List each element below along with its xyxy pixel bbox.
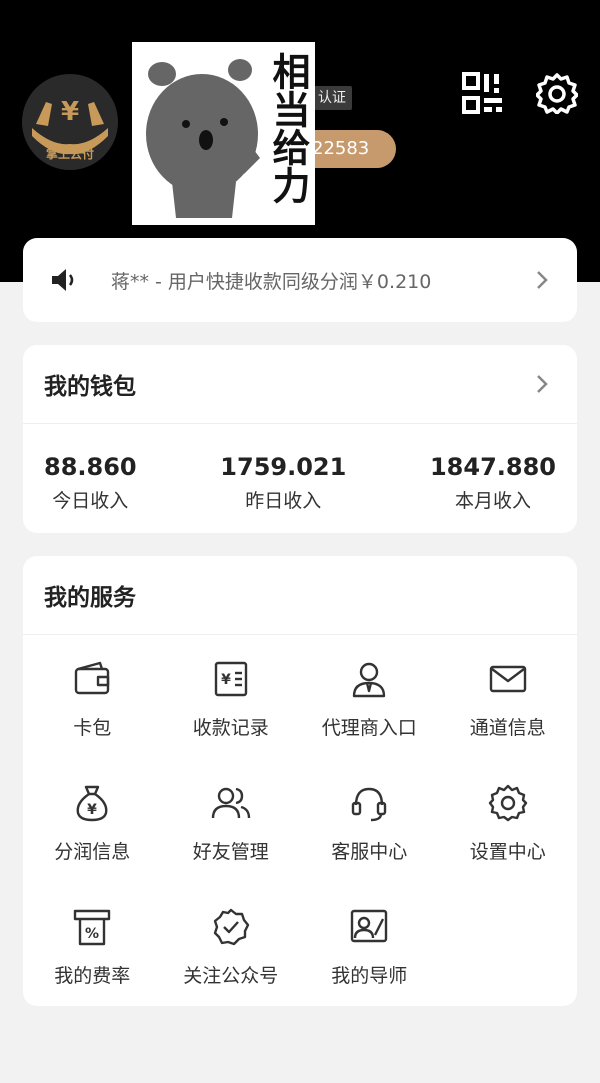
service-my-mentor[interactable]: 我的导师 — [300, 903, 439, 1027]
service-label: 我的导师 — [331, 965, 408, 987]
service-follow-official-account[interactable]: 关注公众号 — [162, 903, 301, 1027]
rate-icon: % — [74, 909, 111, 946]
speaker-icon — [52, 269, 74, 291]
stat-label: 本月收入 — [454, 490, 531, 512]
service-label: 客服中心 — [331, 841, 408, 863]
wallet-card: 我的钱包 88.860 今日收入 1759.021 昨日收入 1847.880 … — [23, 345, 577, 533]
money-bag-icon: ¥ — [76, 785, 108, 822]
stat-value: 1759.021 — [220, 453, 347, 481]
headset-icon — [352, 787, 387, 822]
notification-text: 蒋** - 用户快捷收款同级分润￥0.210 — [111, 270, 432, 293]
services-title: 我的服务 — [44, 585, 136, 611]
chevron-right-icon — [537, 271, 548, 289]
service-channel-info[interactable]: 通道信息 — [439, 655, 578, 779]
service-label: 设置中心 — [469, 841, 546, 863]
svg-text:¥: ¥ — [87, 802, 97, 818]
settings-gear-icon[interactable] — [536, 72, 578, 114]
stat-value: 88.860 — [44, 453, 137, 481]
services-grid: 卡包 ¥ 收款记录 代理商入口 通道信息 ¥ 分润信息 好友管理 客服中心 设置… — [23, 635, 577, 1027]
service-settings[interactable]: 设置中心 — [439, 779, 578, 903]
verification-badge: 认证 — [312, 86, 352, 110]
service-payment-records[interactable]: ¥ 收款记录 — [162, 655, 301, 779]
stat-value: 1847.880 — [429, 453, 556, 481]
service-customer-support[interactable]: 客服中心 — [300, 779, 439, 903]
service-label: 通道信息 — [469, 717, 546, 739]
gear-icon — [488, 784, 527, 822]
service-label: 我的费率 — [54, 965, 131, 987]
chevron-right-icon — [537, 375, 548, 393]
services-header: 我的服务 — [23, 556, 577, 635]
notification-bar[interactable]: 蒋** - 用户快捷收款同级分润￥0.210 — [23, 238, 577, 322]
avatar-brand-label: 掌上云付 — [45, 147, 94, 161]
yesterday-income-stat: 1759.021 昨日收入 — [220, 452, 346, 513]
service-label: 关注公众号 — [183, 965, 279, 987]
stat-label: 今日收入 — [52, 490, 129, 512]
agent-icon — [353, 662, 386, 698]
sticker-image: 相当给力 — [132, 42, 315, 225]
service-label: 代理商入口 — [321, 717, 417, 739]
svg-text:¥: ¥ — [221, 672, 231, 688]
service-friends[interactable]: 好友管理 — [162, 779, 301, 903]
qr-code-icon[interactable] — [462, 72, 504, 114]
today-income-stat: 88.860 今日收入 — [44, 452, 137, 513]
service-label: 收款记录 — [192, 717, 269, 739]
service-agent-entry[interactable]: 代理商入口 — [300, 655, 439, 779]
service-card-wallet[interactable]: 卡包 — [23, 655, 162, 779]
services-card: 我的服务 卡包 ¥ 收款记录 代理商入口 通道信息 ¥ 分润信息 好友管理 客服… — [23, 556, 577, 1006]
wallet-title: 我的钱包 — [44, 374, 136, 400]
service-my-rate[interactable]: % 我的费率 — [23, 903, 162, 1027]
avatar[interactable]: ¥ 掌上云付 — [22, 74, 118, 170]
service-label: 分润信息 — [54, 841, 131, 863]
receipt-icon: ¥ — [214, 661, 247, 697]
svg-text:¥: ¥ — [61, 97, 79, 127]
service-label: 好友管理 — [192, 841, 269, 863]
mentor-icon — [351, 909, 388, 943]
svg-text:%: % — [85, 926, 99, 942]
badge-check-icon — [213, 908, 249, 946]
service-label: 卡包 — [73, 717, 112, 739]
stat-label: 昨日收入 — [245, 490, 322, 512]
friends-icon — [211, 787, 250, 819]
sticker-caption: 相当给力 — [266, 52, 310, 204]
wallet-header[interactable]: 我的钱包 — [23, 345, 577, 424]
mail-icon — [489, 665, 526, 693]
wallet-icon — [75, 661, 110, 695]
service-profit-info[interactable]: ¥ 分润信息 — [23, 779, 162, 903]
month-income-stat: 1847.880 本月收入 — [430, 452, 556, 513]
